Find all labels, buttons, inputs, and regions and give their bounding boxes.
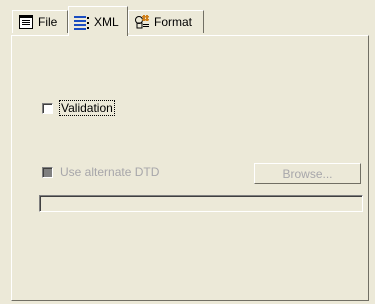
tab-xml-label: XML <box>94 14 119 29</box>
alternate-dtd-label: Use alternate DTD <box>60 165 160 179</box>
xml-settings-panel: Validation Use alternate DTD Browse... <box>11 35 369 301</box>
xml-lines-icon <box>74 14 90 30</box>
format-icon <box>134 14 150 30</box>
validation-checkbox[interactable] <box>42 102 53 114</box>
tab-format[interactable]: Format <box>128 10 204 33</box>
dtd-path-field[interactable] <box>39 195 363 212</box>
alternate-dtd-checkbox[interactable] <box>42 166 53 178</box>
tab-file[interactable]: File <box>12 10 68 33</box>
validation-label[interactable]: Validation <box>59 100 115 116</box>
tab-xml[interactable]: XML <box>68 6 128 36</box>
validation-option[interactable]: Validation <box>42 100 115 116</box>
alternate-dtd-option[interactable]: Use alternate DTD <box>42 165 159 179</box>
tab-format-label: Format <box>154 15 193 29</box>
tab-file-label: File <box>38 15 58 29</box>
browse-button[interactable]: Browse... <box>254 163 361 184</box>
tab-strip: File XML Format <box>0 0 375 36</box>
file-properties-icon <box>18 14 34 30</box>
